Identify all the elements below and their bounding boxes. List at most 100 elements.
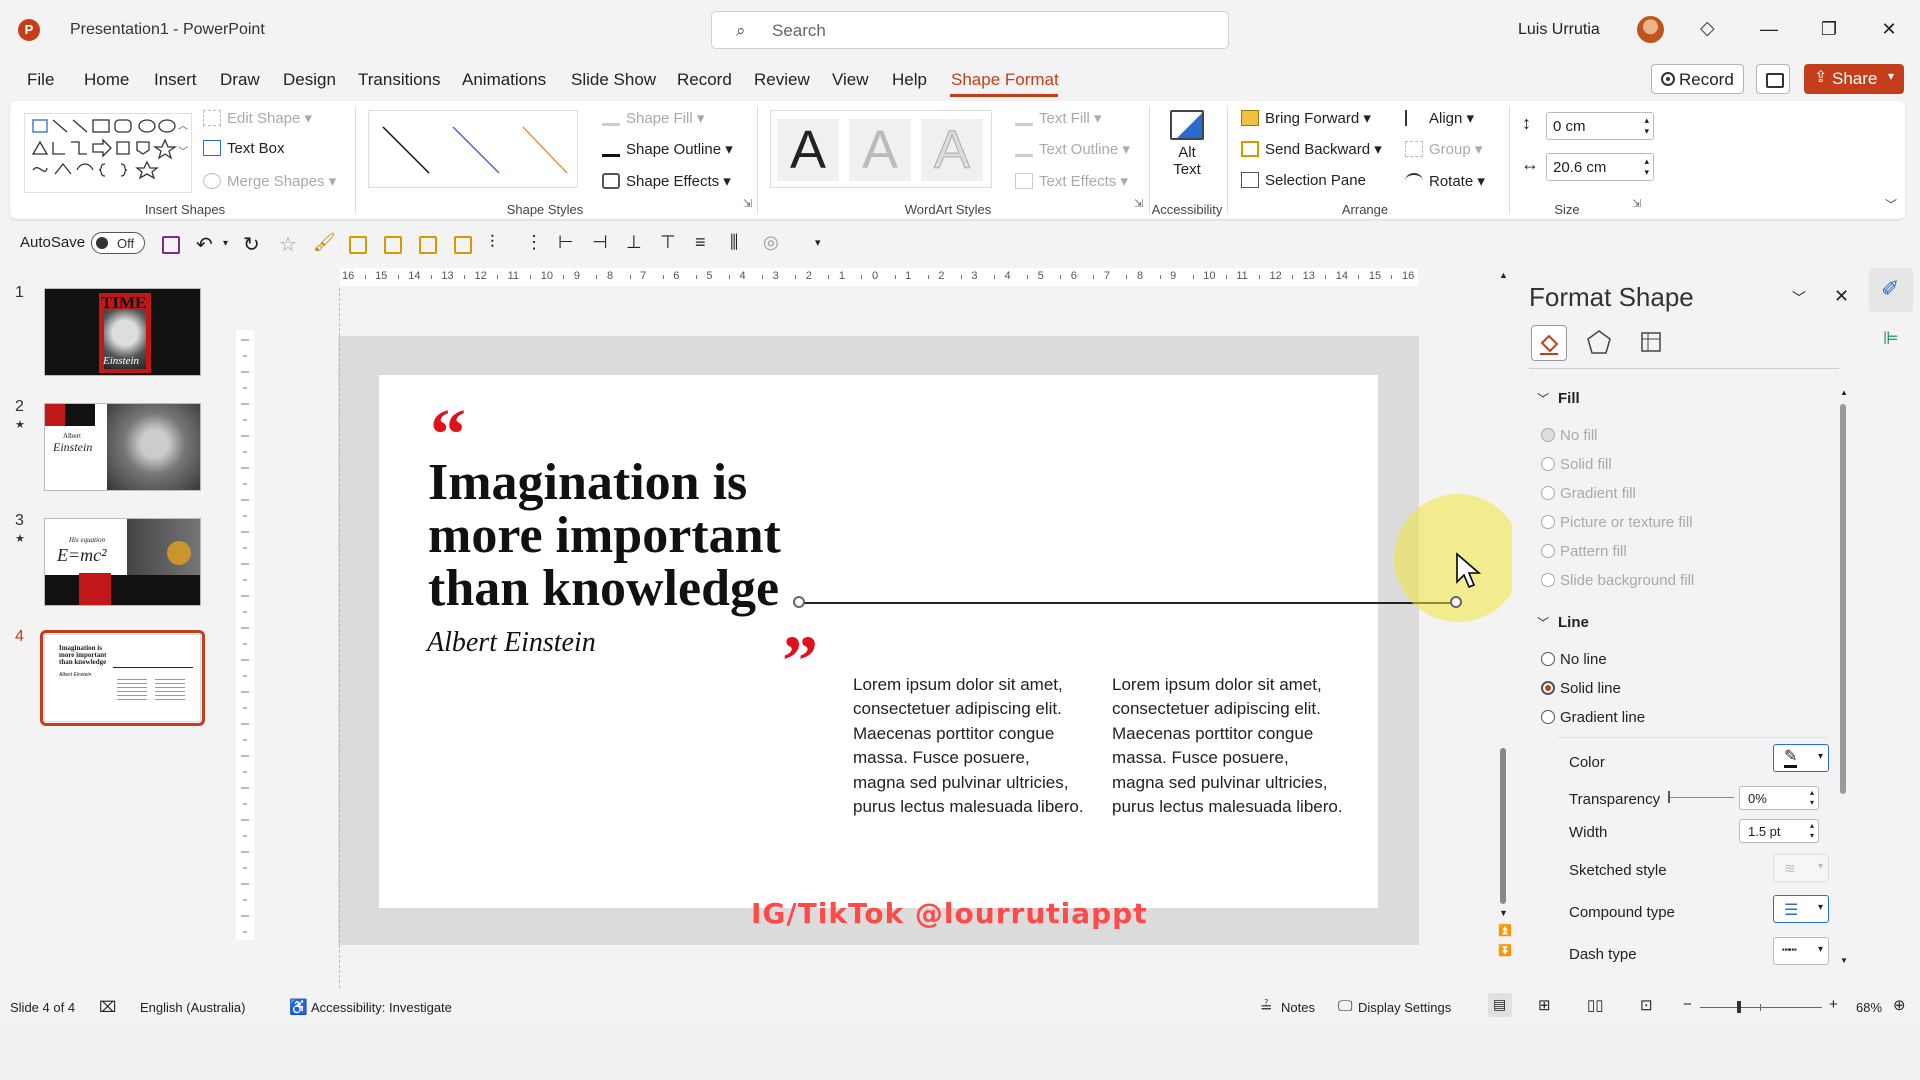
pane-scrollbar[interactable]: ▲ ▼	[1839, 388, 1848, 968]
tab-transitions[interactable]: Transitions	[358, 70, 441, 90]
customize-qat-icon[interactable]: ▾	[815, 236, 821, 249]
tab-review[interactable]: Review	[754, 70, 810, 90]
align-left-icon[interactable]: ⊢	[558, 232, 574, 253]
fill-section-heading[interactable]: Fill	[1558, 390, 1580, 407]
scrollbar-thumb[interactable]	[1500, 748, 1506, 904]
gallery-scroll-up[interactable]: ︿	[178, 117, 188, 132]
wordart-style-2[interactable]: A	[849, 119, 911, 181]
text-box-button[interactable]: Text Box	[203, 140, 285, 157]
slide-thumbnail-4[interactable]: Imagination is more important than knowl…	[44, 634, 201, 722]
shape-outline-button[interactable]: Shape Outline ▾	[602, 140, 733, 158]
share-button[interactable]: ⇪ Share ▾	[1804, 64, 1904, 94]
fill-line-tab[interactable]	[1531, 325, 1567, 361]
line-section-heading[interactable]: Line	[1558, 614, 1589, 631]
solid-fill-option[interactable]: Solid fill	[1541, 456, 1612, 473]
previous-slide-icon[interactable]: ⏫	[1498, 924, 1512, 937]
distribute-vertically-icon[interactable]: ≡	[695, 232, 706, 253]
tab-view[interactable]: View	[832, 70, 869, 90]
transparency-slider[interactable]	[1668, 791, 1734, 803]
dialog-launcher-icon[interactable]: ⇲	[1134, 197, 1143, 210]
spell-check-icon[interactable]: ⌧	[99, 998, 116, 1016]
bring-forward-button[interactable]: Bring Forward ▾	[1241, 109, 1371, 127]
comments-button[interactable]	[1756, 64, 1790, 94]
text-outline-button[interactable]: Text Outline ▾	[1015, 140, 1130, 158]
save-icon[interactable]	[162, 236, 180, 254]
bring-to-front-icon[interactable]	[419, 236, 437, 254]
scroll-down-icon[interactable]: ▼	[1499, 908, 1508, 918]
designer-icon[interactable]: ⊫	[1883, 328, 1899, 349]
group-button[interactable]: Group ▾	[1405, 140, 1482, 158]
align-middle-icon[interactable]: ⋮	[525, 232, 543, 253]
vertical-scrollbar[interactable]: ▲ ▼ ⏫ ⏬	[1496, 268, 1512, 968]
align-center-icon[interactable]: ⫶	[490, 232, 495, 253]
body-text-column-2[interactable]: Lorem ipsum dolor sit amet, consectetuer…	[1112, 673, 1344, 819]
chevron-down-icon[interactable]: ﹀	[1537, 614, 1549, 631]
gallery-scroll-down[interactable]: ﹀	[178, 143, 188, 158]
picture-fill-option[interactable]: Picture or texture fill	[1541, 514, 1693, 531]
edit-shape-button[interactable]: Edit Shape ▾	[203, 109, 312, 127]
alt-text-button[interactable]: Alt Text	[1165, 108, 1209, 198]
tab-record[interactable]: Record	[677, 70, 732, 90]
slide-background-fill-option[interactable]: Slide background fill	[1541, 572, 1694, 589]
send-to-back-icon[interactable]	[454, 236, 472, 254]
align-button[interactable]: Align ▾	[1405, 109, 1474, 127]
star-icon[interactable]: ☆	[279, 232, 297, 257]
zoom-level[interactable]: 68%	[1856, 1000, 1882, 1015]
tab-shape-format[interactable]: Shape Format	[951, 70, 1059, 90]
dialog-launcher-icon[interactable]: ⇲	[1632, 197, 1641, 210]
redo-icon[interactable]: ↻	[243, 232, 260, 257]
effects-tab[interactable]	[1582, 325, 1618, 361]
restore-button[interactable]: ❐	[1806, 14, 1852, 44]
tab-animations[interactable]: Animations	[462, 70, 546, 90]
gradient-fill-option[interactable]: Gradient fill	[1541, 485, 1636, 502]
close-window-button[interactable]: ✕	[1866, 14, 1912, 44]
zoom-slider[interactable]	[1700, 1001, 1822, 1013]
tab-home[interactable]: Home	[84, 70, 129, 90]
shape-effects-button[interactable]: Shape Effects ▾	[602, 172, 731, 190]
tab-draw[interactable]: Draw	[220, 70, 260, 90]
next-slide-icon[interactable]: ⏬	[1498, 944, 1512, 957]
line-start-handle[interactable]	[793, 596, 805, 608]
size-properties-tab[interactable]	[1634, 325, 1670, 361]
chevron-down-icon[interactable]: ﹀	[1537, 390, 1549, 407]
text-fill-button[interactable]: Text Fill ▾	[1015, 109, 1102, 127]
slide-thumbnail-3[interactable]: His equation E=mc²	[44, 518, 201, 606]
reading-view-icon[interactable]: ▯▯	[1587, 996, 1604, 1014]
author-name[interactable]: Albert Einstein	[427, 627, 596, 659]
merge-shapes-qat-icon[interactable]: ◎	[763, 232, 779, 253]
align-top-icon[interactable]: ⊤	[660, 232, 676, 253]
dialog-launcher-icon[interactable]: ⇲	[743, 197, 752, 210]
format-painter-icon[interactable]: 🖌	[313, 232, 336, 253]
collapse-ribbon-icon[interactable]: ﹀	[1885, 196, 1897, 213]
selection-pane-button[interactable]: Selection Pane	[1241, 172, 1366, 189]
undo-dropdown-icon[interactable]: ▾	[223, 238, 228, 249]
record-button[interactable]: Record	[1651, 64, 1744, 94]
line-color-picker[interactable]: ✎ ▾	[1773, 744, 1829, 772]
merge-shapes-button[interactable]: Merge Shapes ▾	[203, 172, 336, 190]
pattern-fill-option[interactable]: Pattern fill	[1541, 543, 1627, 560]
selected-line-shape[interactable]	[799, 602, 1456, 604]
no-fill-option[interactable]: No fill	[1541, 427, 1598, 444]
dash-type-dropdown[interactable]: ┅┅ ▾	[1773, 937, 1829, 965]
text-effects-button[interactable]: Text Effects ▾	[1015, 172, 1128, 190]
slide-show-icon[interactable]: ⊡	[1640, 996, 1653, 1014]
line-width-input[interactable]: 1.5 pt ▴ ▾	[1739, 819, 1819, 843]
tab-file[interactable]: File	[27, 70, 54, 90]
minimize-button[interactable]: —	[1746, 14, 1792, 44]
close-pane-icon[interactable]: ✕	[1834, 286, 1849, 307]
sketched-style-dropdown[interactable]: ≋ ▾	[1773, 854, 1829, 882]
slide-thumbnail-2[interactable]: Albert Einstein	[44, 403, 201, 491]
align-bottom-icon[interactable]: ⊥	[626, 232, 642, 253]
shapes-gallery[interactable]	[24, 113, 192, 193]
autosave-toggle[interactable]: Off	[91, 232, 145, 254]
quote-text[interactable]: Imagination is more important than knowl…	[428, 456, 848, 615]
gradient-line-option[interactable]: Gradient line	[1541, 709, 1645, 726]
scroll-up-icon[interactable]: ▲	[1499, 270, 1508, 280]
no-line-option[interactable]: No line	[1541, 651, 1607, 668]
shape-width-input[interactable]: 20.6 cm ▴ ▾	[1546, 153, 1654, 181]
tab-design[interactable]: Design	[283, 70, 336, 90]
accessibility-status[interactable]: Accessibility: Investigate	[311, 1000, 452, 1015]
display-settings-button[interactable]: Display Settings	[1358, 1000, 1451, 1015]
diamond-icon[interactable]: ◇	[1700, 17, 1715, 40]
distribute-horizontally-icon[interactable]: ⫼	[730, 232, 738, 253]
